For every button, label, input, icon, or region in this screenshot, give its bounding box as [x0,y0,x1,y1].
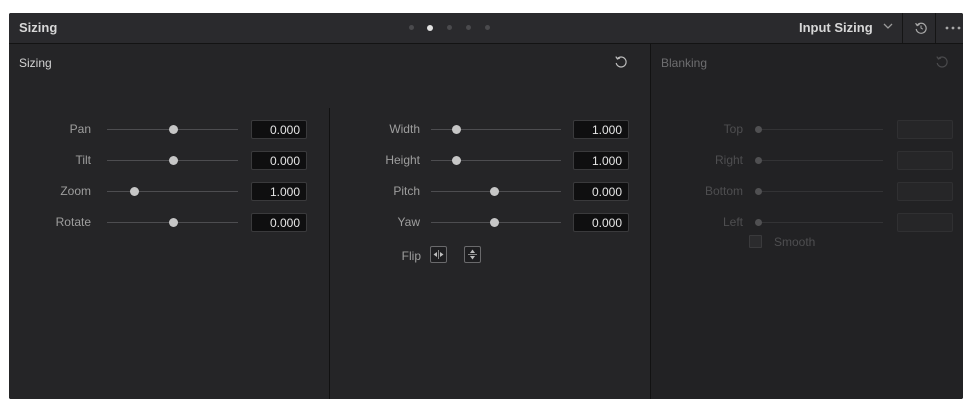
sizing-panel-title: Sizing [19,56,52,70]
yaw-value-field[interactable]: 0.000 [573,213,629,232]
pitch-slider-handle[interactable] [490,187,499,196]
blanking-panel: Blanking Top Right Bottom Left [651,44,963,399]
width-slider[interactable] [431,129,561,130]
blanking-right-value-field[interactable] [897,151,953,170]
flip-label: Flip [401,249,421,263]
reset-icon[interactable] [914,21,928,35]
blanking-bottom-slider[interactable] [757,191,883,192]
pitch-row: Pitch 0.000 [9,182,650,202]
blanking-right-slider[interactable] [757,160,883,161]
blanking-right-slider-handle[interactable] [755,157,762,164]
height-row: Height 1.000 [9,151,650,171]
header-divider [902,13,903,43]
yaw-row: Yaw 0.000 [9,213,650,233]
smooth-label: Smooth [774,235,816,249]
flip-vertical-icon [468,249,477,260]
header-divider [935,13,936,43]
reset-icon [936,56,948,68]
page-dot-4[interactable] [466,25,471,30]
blanking-bottom-row: Bottom [651,182,963,202]
flip-horizontal-button[interactable] [430,246,447,263]
blanking-bottom-value-field[interactable] [897,182,953,201]
blanking-panel-title: Blanking [661,56,708,70]
blanking-left-label: Left [722,215,743,229]
pitch-label: Pitch [393,184,420,198]
blanking-left-value-field[interactable] [897,213,953,232]
yaw-label: Yaw [397,215,420,229]
chevron-down-icon [883,23,893,29]
flip-vertical-button[interactable] [464,246,481,263]
sizing-mode-label: Input Sizing [799,20,873,35]
blanking-right-row: Right [651,151,963,171]
blanking-left-slider[interactable] [757,222,883,223]
sizing-palette: Sizing Input Sizing Sizing Pan 0.000 Til… [9,13,963,399]
blanking-top-label: Top [723,122,743,136]
reset-icon[interactable] [614,55,628,69]
blanking-top-row: Top [651,120,963,140]
width-value-field[interactable]: 1.000 [573,120,629,139]
height-slider-handle[interactable] [452,156,461,165]
width-label: Width [389,122,420,136]
blanking-left-row: Left [651,213,963,233]
pitch-value-field[interactable]: 0.000 [573,182,629,201]
blanking-top-slider-handle[interactable] [755,126,762,133]
more-icon[interactable] [945,26,963,30]
sizing-mode-dropdown[interactable]: Input Sizing [799,20,893,35]
height-slider[interactable] [431,160,561,161]
blanking-top-value-field[interactable] [897,120,953,139]
smooth-checkbox[interactable] [749,235,762,248]
height-label: Height [385,153,420,167]
yaw-slider-handle[interactable] [490,218,499,227]
palette-title: Sizing [19,20,58,35]
blanking-top-slider[interactable] [757,129,883,130]
sizing-panel: Sizing Pan 0.000 Tilt 0.000 Zoom 1.000 R… [9,44,650,399]
width-slider-handle[interactable] [452,125,461,134]
page-dot-1[interactable] [409,25,414,30]
page-dot-5[interactable] [485,25,490,30]
width-row: Width 1.000 [9,120,650,140]
page-dot-2[interactable] [427,24,433,31]
page-dot-3[interactable] [447,25,452,30]
blanking-right-label: Right [714,153,743,167]
blanking-bottom-slider-handle[interactable] [755,188,762,195]
palette-header: Sizing Input Sizing [9,13,963,44]
height-value-field[interactable]: 1.000 [573,151,629,170]
blanking-left-slider-handle[interactable] [755,219,762,226]
flip-horizontal-icon [433,250,444,259]
blanking-bottom-label: Bottom [704,184,743,198]
